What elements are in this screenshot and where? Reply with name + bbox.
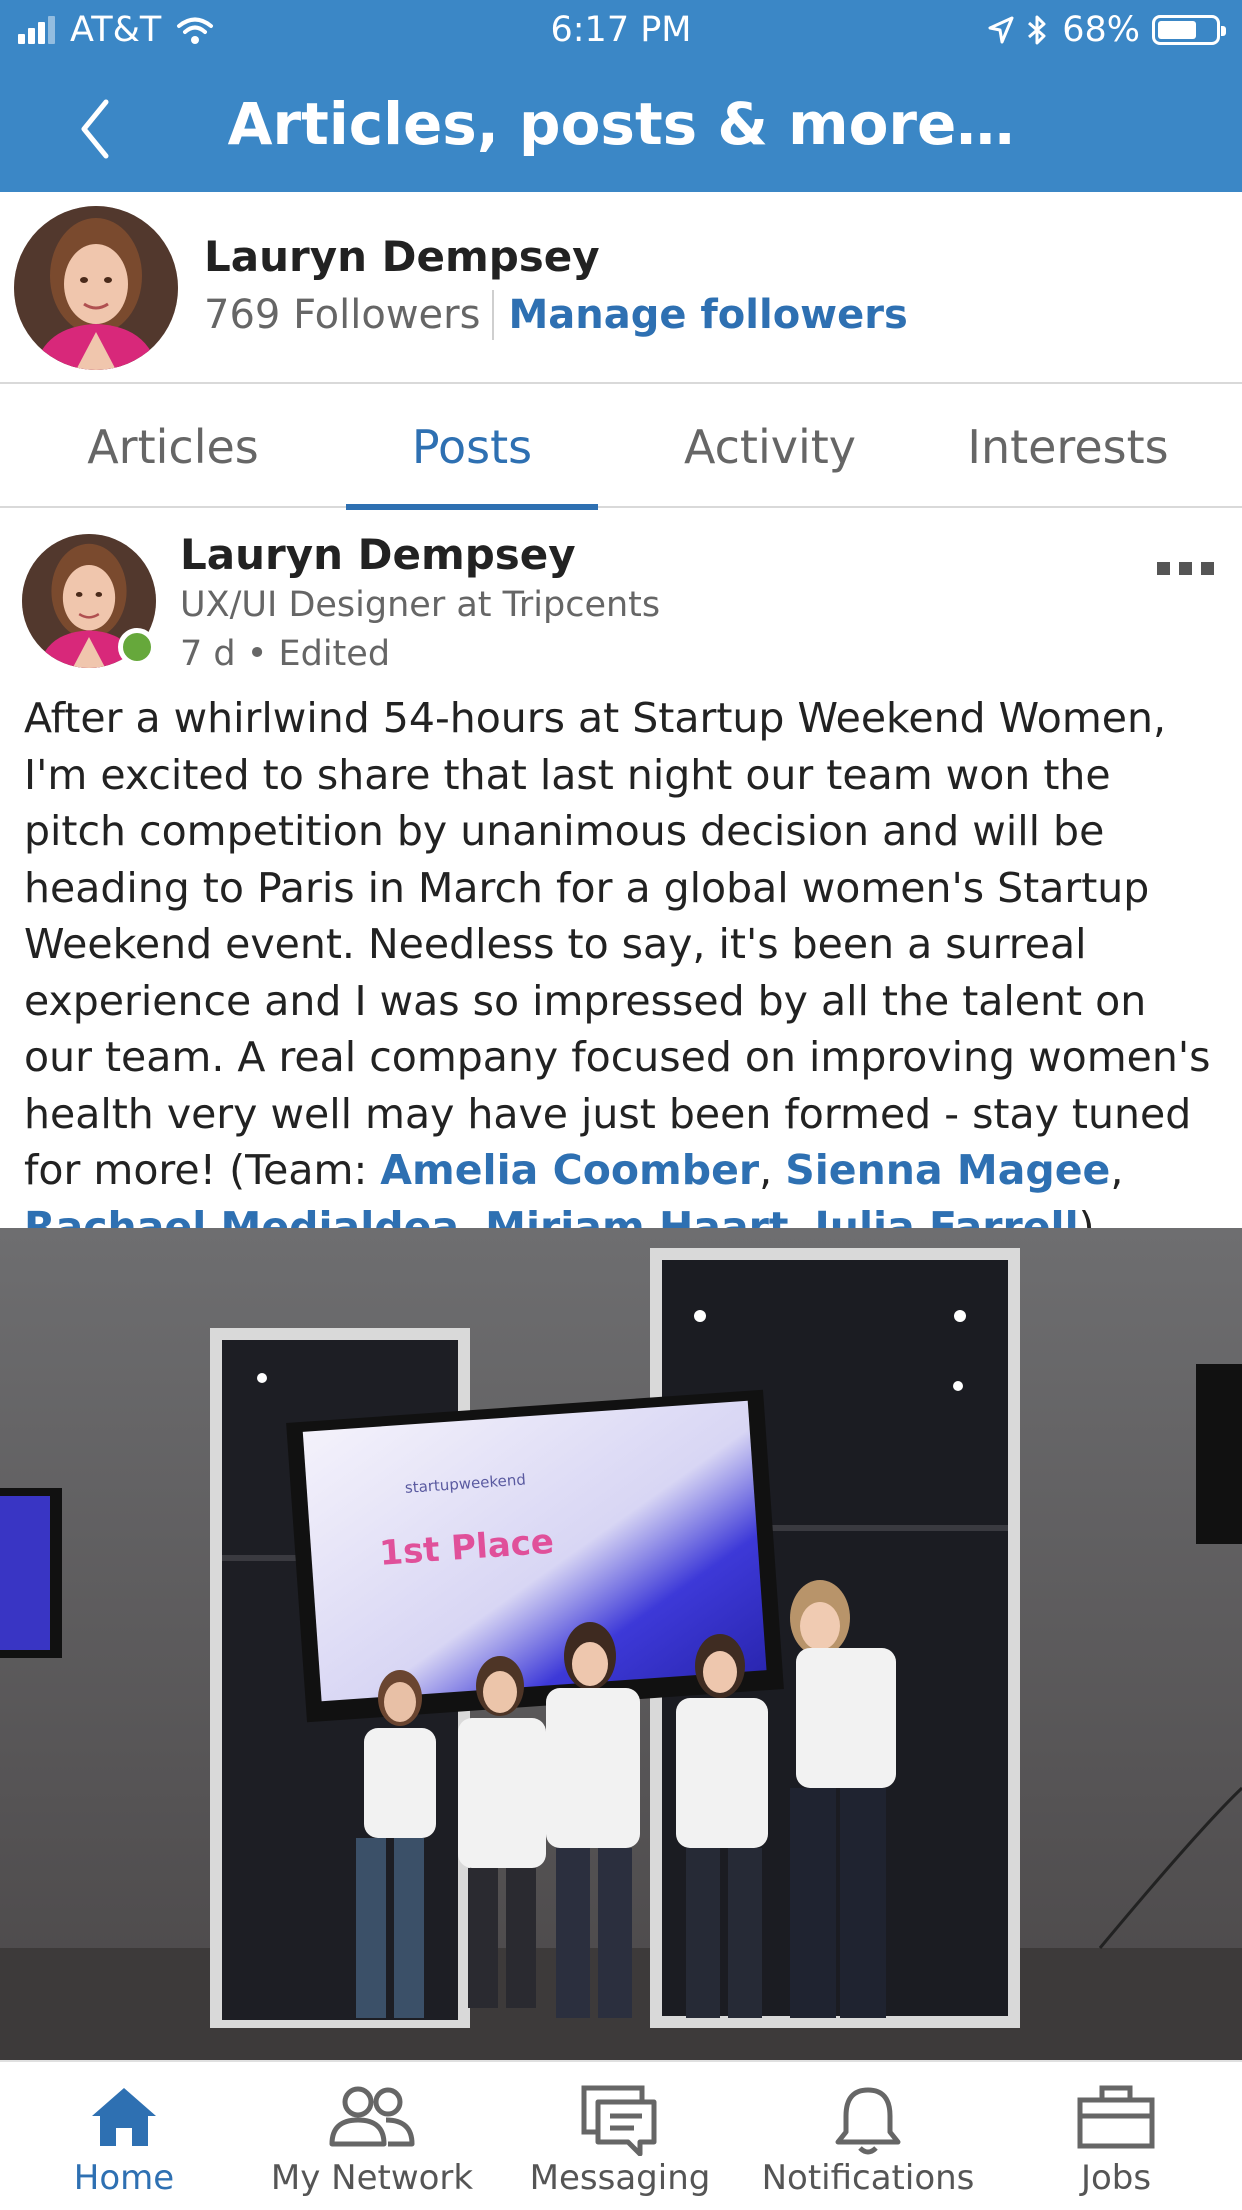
nav-bar: Articles, posts & more… [0,62,1242,192]
mention-separator: , [759,1146,786,1194]
page-title: Articles, posts & more… [227,90,1015,158]
post-timestamp: 7 d • Edited [180,634,391,674]
post-author-name[interactable]: Lauryn Dempsey [180,530,576,579]
more-options-icon[interactable] [1148,562,1214,575]
tab-posts[interactable]: Posts [346,386,598,510]
nav-notifications[interactable]: Notifications [744,2062,992,2210]
nav-home-label: Home [73,2158,175,2198]
bottom-nav: Home My Network Messaging Notifications [0,2060,1242,2208]
battery-level [1158,21,1196,39]
nav-jobs-label: Jobs [1080,2158,1152,2198]
briefcase-icon [1077,2085,1155,2149]
post-author-headline: UX/UI Designer at Tripcents [180,585,661,625]
status-bar: AT&T 6:17 PM 68% [0,0,1242,62]
post-body-text: After a whirlwind 54-hours at Startup We… [24,694,1211,1194]
divider [492,290,495,340]
manage-followers-link[interactable]: Manage followers [508,292,907,338]
online-status-dot [118,628,156,666]
network-icon [329,2086,415,2147]
profile-name: Lauryn Dempsey [204,232,600,281]
home-icon [92,2088,156,2146]
profile-header: Lauryn Dempsey 769 Followers Manage foll… [0,192,1242,384]
followers-count: 769 Followers [204,292,481,338]
profile-avatar[interactable] [14,206,178,370]
messaging-icon [581,2085,657,2156]
tab-interests[interactable]: Interests [930,386,1206,508]
nav-home[interactable]: Home [0,2062,248,2210]
bell-icon [835,2087,901,2155]
battery-icon [1152,15,1226,45]
tab-articles[interactable]: Articles [20,386,326,508]
bluetooth-icon [1028,15,1046,45]
nav-messaging-label: Messaging [529,2158,711,2198]
tab-bar: Articles Posts Activity Interests [0,386,1242,510]
nav-jobs[interactable]: Jobs [992,2062,1240,2210]
nav-my-network[interactable]: My Network [248,2062,496,2210]
mention-link[interactable]: Amelia Coomber [380,1146,759,1194]
nav-my-network-label: My Network [270,2158,474,2198]
post-body: After a whirlwind 54-hours at Startup We… [24,690,1224,1255]
nav-messaging[interactable]: Messaging [496,2062,744,2210]
post-header: Lauryn Dempsey UX/UI Designer at Tripcen… [0,510,1242,680]
post-photo[interactable]: startupweekend 1st Place [0,1228,1242,2060]
mention-link[interactable]: Sienna Magee [785,1146,1110,1194]
tab-activity[interactable]: Activity [620,386,920,508]
nav-notifications-label: Notifications [761,2158,975,2198]
location-icon [988,16,1014,44]
mention-separator: , [1110,1146,1124,1194]
battery-percent: 68% [1062,10,1140,50]
